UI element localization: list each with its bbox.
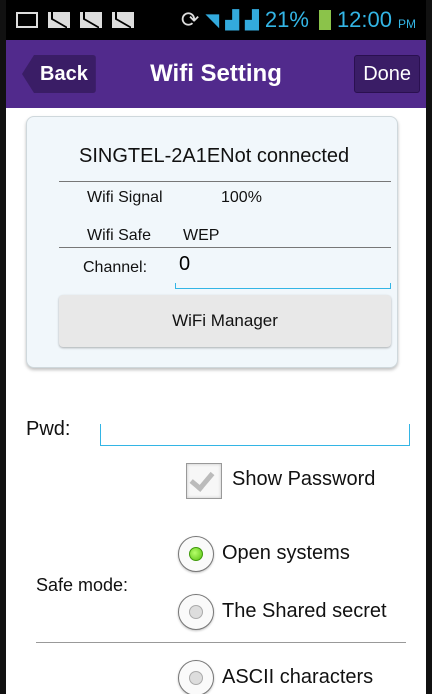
radio-open-systems[interactable] <box>178 536 214 572</box>
mail-icon <box>48 12 70 28</box>
network-ssid-status: SINGTEL-2A1ENot connected <box>79 145 350 167</box>
battery-icon <box>318 10 331 30</box>
channel-input-underline <box>175 283 391 289</box>
radio-shared-secret[interactable] <box>178 594 214 630</box>
divider <box>59 247 391 248</box>
sync-icon: ⟳ <box>180 7 200 32</box>
mail-icon <box>80 12 102 28</box>
radio-dot-icon <box>189 671 203 685</box>
password-input[interactable] <box>100 424 410 446</box>
clock-ampm: PM <box>398 17 416 31</box>
divider <box>36 642 406 643</box>
wifi-icon: ◥ <box>205 9 220 30</box>
radio-dot-icon <box>189 547 203 561</box>
wifi-signal-label: Wifi Signal <box>87 189 163 206</box>
wifi-safe-label: Wifi Safe <box>87 227 152 244</box>
notification-icons <box>16 12 134 28</box>
show-password-checkbox[interactable] <box>186 463 222 499</box>
show-password-label[interactable]: Show Password <box>232 468 375 491</box>
signal-icon: ▟ <box>245 9 259 30</box>
shared-secret-label[interactable]: The Shared secret <box>222 600 387 623</box>
wifi-signal-value: 100% <box>221 189 262 206</box>
clock-time: 12:00 <box>336 7 392 32</box>
channel-input[interactable]: 0 <box>179 253 190 276</box>
radio-dot-icon <box>189 605 203 619</box>
safe-mode-label: Safe mode: <box>36 575 129 595</box>
divider <box>59 181 391 182</box>
mail-icon <box>112 12 134 28</box>
open-systems-label[interactable]: Open systems <box>222 542 350 565</box>
radio-ascii-characters[interactable] <box>178 660 214 694</box>
ascii-characters-label[interactable]: ASCII characters <box>222 666 373 689</box>
wifi-safe-value: WEP <box>183 227 220 244</box>
image-icon <box>16 12 38 28</box>
status-bar: ⟳ ◥ ▟ ▟ 21% 12:00 PM <box>6 0 426 40</box>
system-icons: ⟳ ◥ ▟ ▟ 21% 12:00 PM <box>181 7 416 33</box>
wifi-manager-button[interactable]: WiFi Manager <box>59 295 391 347</box>
done-button[interactable]: Done <box>354 55 420 93</box>
signal-icon: ▟ <box>225 9 240 30</box>
network-info-card: SINGTEL-2A1ENot connected Wifi Signal 10… <box>26 116 398 368</box>
battery-percent: 21% <box>264 7 309 32</box>
checkmark-icon <box>189 466 215 492</box>
title-bar: Back Wifi Setting Done <box>6 40 426 108</box>
channel-label: Channel: <box>83 259 148 276</box>
back-button[interactable]: Back <box>22 55 96 93</box>
page-title: Wifi Setting <box>150 60 282 87</box>
password-label: Pwd: <box>26 418 71 440</box>
